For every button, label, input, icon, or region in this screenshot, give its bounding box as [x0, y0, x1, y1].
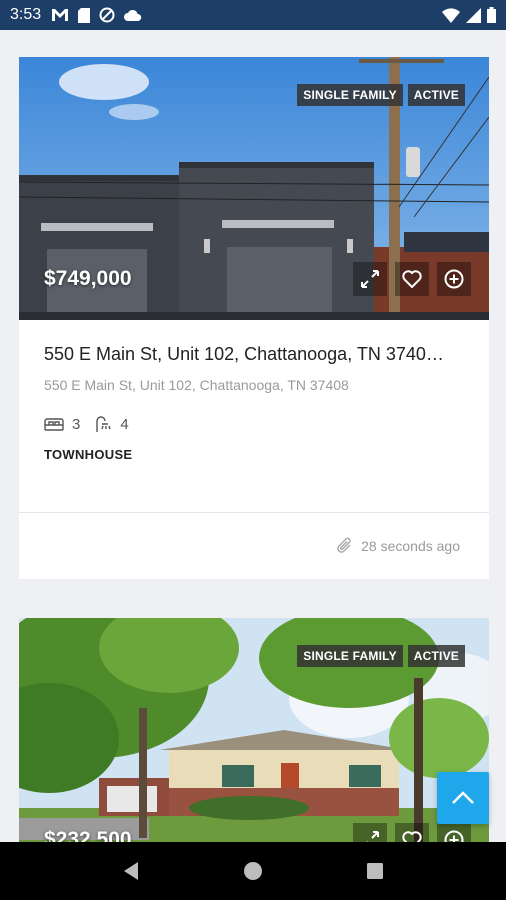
- bathrooms-count: 4: [120, 415, 129, 433]
- plus-circle-icon: [444, 830, 464, 842]
- plus-circle-icon: [444, 269, 464, 289]
- listing-badges: SINGLE FAMILY ACTIVE: [297, 84, 465, 106]
- updated-time: 28 seconds ago: [361, 538, 460, 554]
- listing-title[interactable]: 550 E Main St, Unit 102, Chattanooga, TN…: [44, 344, 464, 365]
- bed-icon: [44, 418, 64, 431]
- gmail-icon: [52, 9, 69, 21]
- property-type-badge: SINGLE FAMILY: [297, 84, 403, 106]
- listing-details: 550 E Main St, Unit 102, Chattanooga, TN…: [19, 320, 489, 462]
- photo-actions: [353, 262, 471, 296]
- bedrooms-count: 3: [72, 415, 81, 433]
- status-time: 3:53: [10, 6, 42, 23]
- expand-button[interactable]: [353, 262, 387, 296]
- listing-feed[interactable]: SINGLE FAMILY ACTIVE $749,000 550 E Main…: [0, 30, 506, 842]
- scroll-to-top-button[interactable]: [437, 772, 489, 824]
- data-saver-icon: [99, 7, 115, 23]
- listing-badges: SINGLE FAMILY ACTIVE: [297, 645, 465, 667]
- bathrooms-feature: 4: [94, 415, 129, 433]
- listing-photo[interactable]: SINGLE FAMILY ACTIVE $232,500: [19, 618, 489, 842]
- favorite-button[interactable]: [395, 262, 429, 296]
- favorite-button[interactable]: [395, 823, 429, 842]
- status-bar: 3:53: [0, 0, 506, 30]
- status-badge: ACTIVE: [407, 645, 465, 667]
- cloud-icon: [124, 9, 142, 21]
- listing-features: 3 4: [44, 415, 464, 433]
- home-icon[interactable]: [243, 861, 263, 881]
- listing-address: 550 E Main St, Unit 102, Chattanooga, TN…: [44, 377, 349, 393]
- bedrooms-feature: 3: [44, 416, 80, 433]
- wifi-icon: [442, 7, 460, 23]
- property-type-badge: SINGLE FAMILY: [297, 645, 403, 667]
- compare-button[interactable]: [437, 823, 471, 842]
- recents-icon[interactable]: [366, 862, 384, 880]
- system-nav-bar: [0, 842, 506, 900]
- sd-card-icon: [78, 7, 91, 23]
- status-badge: ACTIVE: [407, 84, 465, 106]
- listing-photo[interactable]: SINGLE FAMILY ACTIVE $749,000: [19, 57, 489, 320]
- photo-actions: [353, 823, 471, 842]
- paperclip-icon: [337, 537, 351, 553]
- expand-icon: [361, 270, 379, 288]
- property-subtype: TOWNHOUSE: [44, 447, 133, 462]
- listing-card[interactable]: SINGLE FAMILY ACTIVE $232,500: [19, 618, 489, 842]
- listing-card[interactable]: SINGLE FAMILY ACTIVE $749,000 550 E Main…: [19, 57, 489, 579]
- battery-icon: [487, 7, 496, 23]
- back-icon[interactable]: [122, 861, 140, 881]
- signal-icon: [466, 7, 481, 23]
- listing-price: $749,000: [44, 267, 132, 290]
- listing-price: $232,500: [44, 828, 132, 842]
- heart-icon: [402, 270, 422, 288]
- heart-icon: [402, 831, 422, 842]
- expand-button[interactable]: [353, 823, 387, 842]
- listing-footer: 28 seconds ago: [19, 512, 489, 579]
- expand-icon: [366, 831, 379, 842]
- shower-icon: [96, 416, 112, 432]
- chevron-up-icon: [452, 791, 474, 804]
- compare-button[interactable]: [437, 262, 471, 296]
